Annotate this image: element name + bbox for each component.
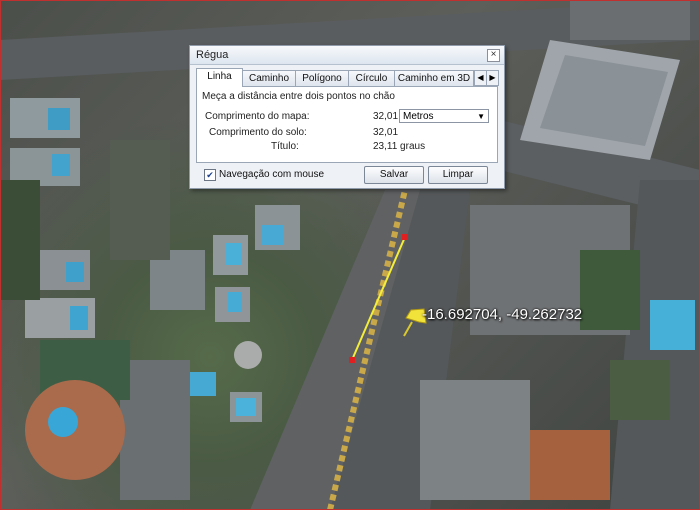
clear-button[interactable]: Limpar [428, 166, 488, 184]
ruler-start-point [402, 234, 408, 240]
heading-value: 23,11 graus [373, 141, 426, 152]
map-length-value: 32,01 [373, 111, 399, 122]
ground-length-value: 32,01 [373, 127, 399, 138]
description: Meça a distância entre dois pontos no ch… [202, 91, 395, 102]
chevron-down-icon: ▼ [477, 112, 485, 121]
line-tab-panel: Meça a distância entre dois pontos no ch… [196, 86, 498, 163]
tab-bar: Linha Caminho Polígono Círculo Caminho e… [196, 68, 499, 87]
tab-polygon[interactable]: Polígono [295, 70, 349, 86]
tab-3d-path[interactable]: Caminho em 3D [394, 70, 474, 86]
ruler-dialog: Régua × Linha Caminho Polígono Círculo C… [189, 45, 505, 189]
tab-path[interactable]: Caminho [242, 70, 296, 86]
dialog-titlebar[interactable]: Régua × [190, 46, 504, 65]
unit-select-value: Metros [403, 111, 434, 122]
ruler-end-point [349, 357, 355, 363]
save-button[interactable]: Salvar [364, 166, 424, 184]
dialog-title: Régua [196, 49, 229, 61]
tab-line[interactable]: Linha [196, 68, 243, 87]
heading-label: Título: [271, 141, 299, 152]
coordinates-label: -16.692704, -49.262732 [422, 306, 583, 323]
tab-circle[interactable]: Círculo [348, 70, 395, 86]
ground-length-label: Comprimento do solo: [209, 127, 307, 138]
mouse-nav-label: Navegação com mouse [219, 169, 325, 180]
close-icon[interactable]: × [487, 49, 500, 62]
map-length-label: Comprimento do mapa: [205, 111, 310, 122]
tab-scroll-right-icon[interactable]: ▶ [486, 70, 499, 86]
mouse-nav-checkbox[interactable]: ✔ [204, 169, 216, 181]
unit-select[interactable]: Metros ▼ [399, 109, 489, 123]
